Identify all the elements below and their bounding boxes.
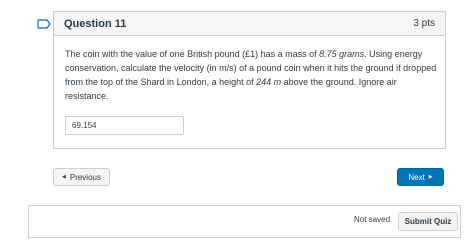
submit-quiz-button[interactable]: Submit Quiz xyxy=(398,212,458,231)
answer-input[interactable]: 69.154 xyxy=(65,116,184,135)
next-label: Next xyxy=(408,172,425,182)
save-status: Not saved xyxy=(354,215,391,224)
question-card: Question 11 3 pts The coin with the valu… xyxy=(53,11,446,149)
answer-value: 69.154 xyxy=(72,121,97,130)
question-mass: 8.75 grams xyxy=(319,49,365,59)
question-points: 3 pts xyxy=(413,18,435,29)
question-height: 244 m xyxy=(256,77,282,87)
next-button[interactable]: Next ▶ xyxy=(397,168,444,186)
caret-right-icon: ▶ xyxy=(428,173,433,180)
question-text-part-1: The coin with the value of one British p… xyxy=(65,49,320,59)
previous-label: Previous xyxy=(69,172,101,182)
question-header: Question 11 3 pts xyxy=(54,12,445,36)
flag-question-icon[interactable] xyxy=(37,19,51,29)
quiz-footer: Not saved Submit Quiz xyxy=(28,205,461,238)
question-text: The coin with the value of one British p… xyxy=(65,47,437,103)
caret-left-icon: ◀ xyxy=(62,173,66,180)
question-title: Question 11 xyxy=(64,17,127,30)
previous-button[interactable]: ◀ Previous xyxy=(53,168,110,186)
